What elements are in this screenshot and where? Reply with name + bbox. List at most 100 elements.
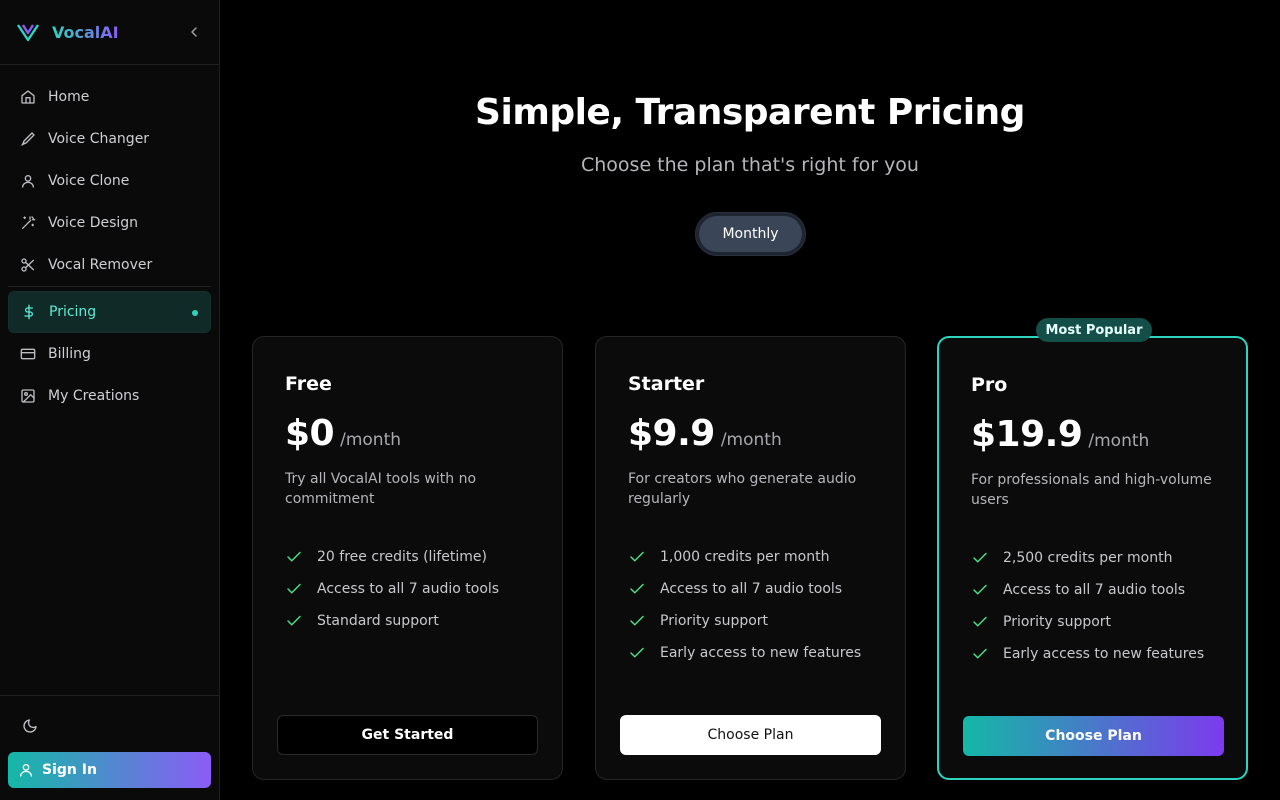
check-icon <box>287 583 301 594</box>
active-indicator-dot <box>192 310 198 316</box>
sidebar-item-billing[interactable]: Billing <box>8 333 211 375</box>
sidebar-item-voice-clone[interactable]: Voice Clone <box>8 160 211 202</box>
home-icon <box>21 90 35 104</box>
feature-item: Access to all 7 audio tools <box>971 574 1204 606</box>
feature-item: 20 free credits (lifetime) <box>285 541 499 573</box>
check-icon <box>973 584 987 595</box>
feature-item: Early access to new features <box>971 638 1204 670</box>
chevron-left-icon <box>191 27 197 37</box>
price-amount: $19.9 <box>971 414 1083 455</box>
wand-icon <box>22 216 36 229</box>
sidebar-item-label: Billing <box>48 346 91 362</box>
feature-text: Access to all 7 audio tools <box>660 581 843 597</box>
main-content: Simple, Transparent Pricing Choose the p… <box>220 0 1280 800</box>
feature-item: Priority support <box>628 605 861 637</box>
feature-item: 1,000 credits per month <box>628 541 861 573</box>
feature-list: 2,500 credits per month Access to all 7 … <box>971 542 1204 670</box>
feature-text: Standard support <box>317 613 439 629</box>
feature-item: Access to all 7 audio tools <box>285 573 499 605</box>
feature-text: Priority support <box>1003 614 1112 630</box>
sidebar-item-label: Vocal Remover <box>48 257 153 273</box>
choose-plan-button[interactable]: Choose Plan <box>963 716 1224 756</box>
scissors-icon <box>21 258 34 272</box>
price-amount: $0 <box>285 413 335 454</box>
sidebar-item-home[interactable]: Home <box>8 76 211 118</box>
feature-item: Standard support <box>285 605 499 637</box>
plan-description: Try all VocalAI tools with no commitment <box>285 471 477 507</box>
check-icon <box>973 648 987 659</box>
feature-item: Early access to new features <box>628 637 861 669</box>
sidebar-item-vocal-remover[interactable]: Vocal Remover <box>8 244 211 286</box>
check-icon <box>630 551 644 562</box>
theme-toggle-button[interactable] <box>22 718 40 736</box>
plan-card-starter: Starter $9.9 /month For creators who gen… <box>595 336 906 780</box>
vocalai-logo-icon <box>17 24 39 42</box>
sidebar-item-label: Voice Clone <box>48 173 130 189</box>
sidebar-item-label: Pricing <box>49 304 97 320</box>
plan-name: Starter <box>628 373 705 395</box>
sidebar-item-voice-changer[interactable]: Voice Changer <box>8 118 211 160</box>
sidebar-item-label: Voice Changer <box>48 131 150 147</box>
sidebar-item-pricing[interactable]: Pricing <box>8 291 211 333</box>
plan-price: $19.9 /month <box>971 414 1149 455</box>
feature-list: 1,000 credits per month Access to all 7 … <box>628 541 861 669</box>
check-icon <box>630 583 644 594</box>
nav-divider <box>8 286 211 287</box>
choose-plan-button[interactable]: Choose Plan <box>620 715 881 755</box>
check-icon <box>973 552 987 563</box>
feature-text: Priority support <box>660 613 769 629</box>
feature-text: 2,500 credits per month <box>1003 550 1173 566</box>
price-period: /month <box>720 430 782 450</box>
plan-price: $0 /month <box>285 413 401 454</box>
price-period: /month <box>1088 431 1150 451</box>
monthly-toggle-button[interactable]: Monthly <box>699 216 802 252</box>
card-icon <box>20 348 36 360</box>
feature-item: 2,500 credits per month <box>971 542 1204 574</box>
feature-text: Access to all 7 audio tools <box>317 581 500 597</box>
feature-item: Priority support <box>971 606 1204 638</box>
get-started-button[interactable]: Get Started <box>277 715 538 755</box>
sidebar-nav: Home Voice Changer Voice Clone Voice Des… <box>0 65 219 417</box>
image-icon <box>21 389 35 403</box>
sign-in-label: Sign In <box>42 762 97 778</box>
page-title: Simple, Transparent Pricing <box>475 92 1025 133</box>
sidebar-item-label: Voice Design <box>48 215 139 231</box>
plan-name: Free <box>285 373 332 395</box>
sidebar-item-label: My Creations <box>48 388 140 404</box>
pen-icon <box>21 132 35 146</box>
collapse-sidebar-button[interactable] <box>185 23 203 41</box>
user-icon <box>20 764 32 777</box>
billing-period-toggle: Monthly <box>695 212 806 256</box>
plan-name: Pro <box>971 374 1008 396</box>
feature-text: 1,000 credits per month <box>660 549 830 565</box>
check-icon <box>973 616 987 627</box>
plan-card-free: Free $0 /month Try all VocalAI tools wit… <box>252 336 563 780</box>
feature-text: 20 free credits (lifetime) <box>317 549 487 565</box>
sign-in-button[interactable]: Sign In <box>8 752 211 788</box>
user-icon <box>22 175 34 188</box>
check-icon <box>287 551 301 562</box>
check-icon <box>630 647 644 658</box>
price-amount: $9.9 <box>628 413 715 454</box>
sidebar-item-my-creations[interactable]: My Creations <box>8 375 211 417</box>
feature-text: Early access to new features <box>660 645 862 661</box>
feature-list: 20 free credits (lifetime) Access to all… <box>285 541 499 637</box>
plan-description: For creators who generate audio regularl… <box>628 471 857 507</box>
plan-price: $9.9 /month <box>628 413 782 454</box>
page-subtitle: Choose the plan that's right for you <box>581 154 919 176</box>
feature-text: Access to all 7 audio tools <box>1003 582 1186 598</box>
most-popular-badge: Most Popular <box>1036 318 1152 342</box>
sidebar-item-voice-design[interactable]: Voice Design <box>8 202 211 244</box>
feature-item: Access to all 7 audio tools <box>628 573 861 605</box>
dollar-icon <box>24 304 33 320</box>
sidebar-footer: Sign In <box>0 695 219 800</box>
plan-description: For professionals and high-volume users <box>971 472 1212 508</box>
brand-name[interactable]: VocalAI <box>52 23 119 42</box>
moon-icon <box>23 719 37 733</box>
plan-card-pro: Most Popular Pro $19.9 /month For profes… <box>937 318 1248 780</box>
check-icon <box>630 615 644 626</box>
price-period: /month <box>340 430 402 450</box>
sidebar: VocalAI Home Voice Changer Voice Clone V… <box>0 0 220 800</box>
feature-text: Early access to new features <box>1003 646 1205 662</box>
check-icon <box>287 615 301 626</box>
